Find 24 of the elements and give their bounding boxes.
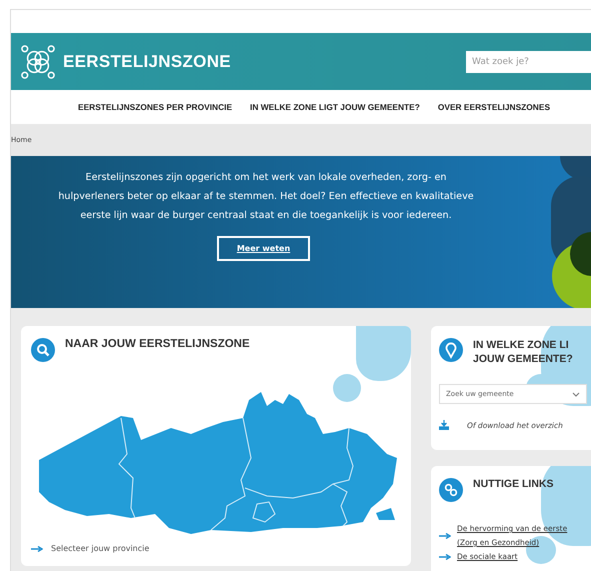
more-button[interactable]: Meer weten [216,236,310,261]
logo-icon[interactable] [21,44,55,78]
search-field[interactable]: Wat zoek je? [466,50,591,72]
arrow-icon [439,533,451,539]
card-title: NUTTIGE LINKS [473,478,554,490]
arrow-icon [31,546,43,552]
arrow-icon [439,554,451,560]
nav-link[interactable]: OVER EERSTELIJNSZONES [438,102,550,112]
nav-link[interactable]: IN WELKE ZONE LIGT JOUW GEMEENTE? [250,102,420,112]
link-icon [439,478,463,502]
card-title: IN WELKE ZONE LI JOUW GEMEENTE? [473,338,573,366]
search-icon [31,338,55,362]
decorative-blob [356,326,411,381]
location-pin-icon [439,338,463,362]
hero-text: Eerstelijnszones zijn opgericht om het werk van lokale overheden, zorg- en hulpverleners beter op elkaar af te stemmen. Het doel? Een effectieve en kwalitatieve eerste lijn waar de burger centraal staat en die toegankelijk is voor iedereen. [57,171,475,223]
province-link-text[interactable]: Selecteer jouw provincie [51,544,150,553]
decorative-circle [333,374,361,402]
card-title: NAAR JOUW EERSTELIJNSZONE [65,338,250,350]
province-link[interactable]: Selecteer jouw provincie [31,544,401,553]
site-logo-text[interactable]: EERSTELIJNSZONE [63,52,231,72]
map-drawing[interactable] [39,392,397,534]
download-icon [439,420,449,430]
nav-link[interactable]: EERSTELIJNSZONES PER PROVINCIE [78,102,232,112]
chevron-icon [572,392,580,396]
